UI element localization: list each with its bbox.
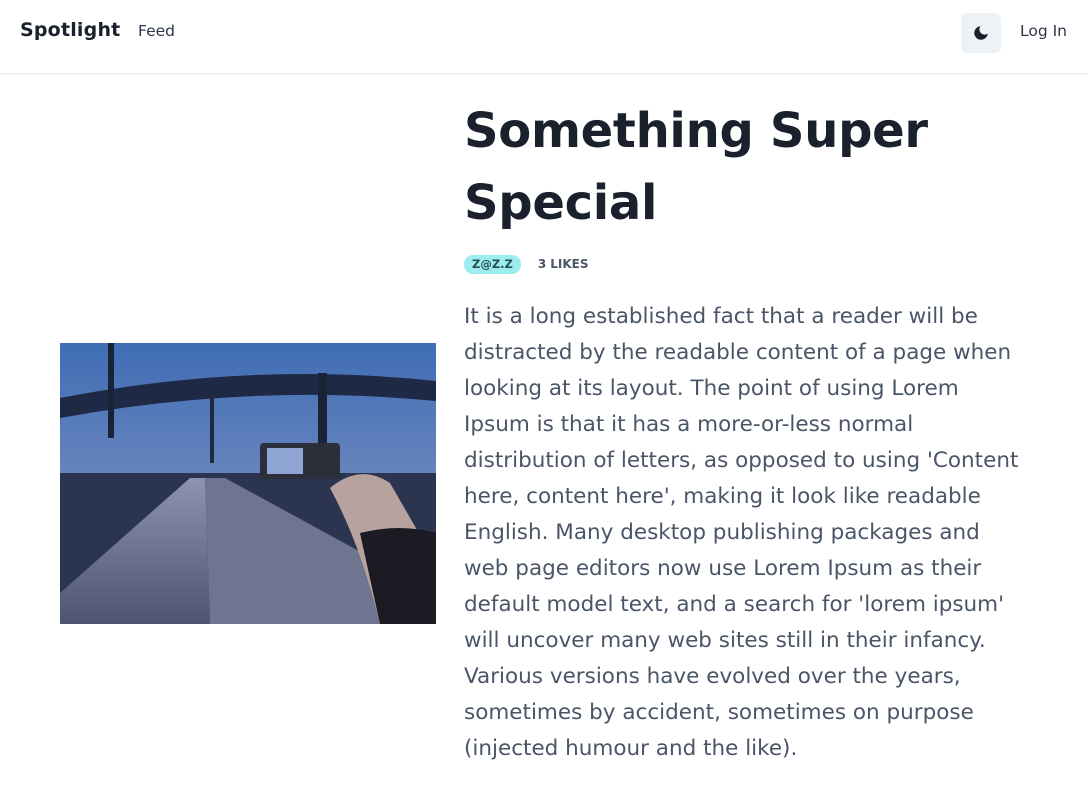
login-link[interactable]: Log In — [1020, 22, 1067, 40]
post-body: It is a long established fact that a rea… — [464, 304, 1019, 761]
top-navbar: Spotlight Feed Log In — [0, 0, 1088, 74]
likes-counter: 3 LIKES — [538, 257, 589, 271]
author-badge[interactable]: Z@Z.Z — [464, 254, 521, 274]
nav-link-feed[interactable]: Feed — [138, 22, 175, 40]
likes-count: 3 — [537, 257, 547, 271]
post-content: Something Super Special Z@Z.Z 3 LIKES It… — [464, 95, 1044, 767]
post-title: Something Super Special — [464, 103, 928, 231]
likes-label: LIKES — [550, 257, 589, 271]
theme-toggle-button[interactable] — [961, 13, 1001, 53]
post-image — [60, 343, 436, 624]
brand-logo[interactable]: Spotlight — [20, 19, 120, 41]
post-meta: Z@Z.Z 3 LIKES — [464, 253, 1044, 275]
moon-icon — [974, 26, 988, 40]
